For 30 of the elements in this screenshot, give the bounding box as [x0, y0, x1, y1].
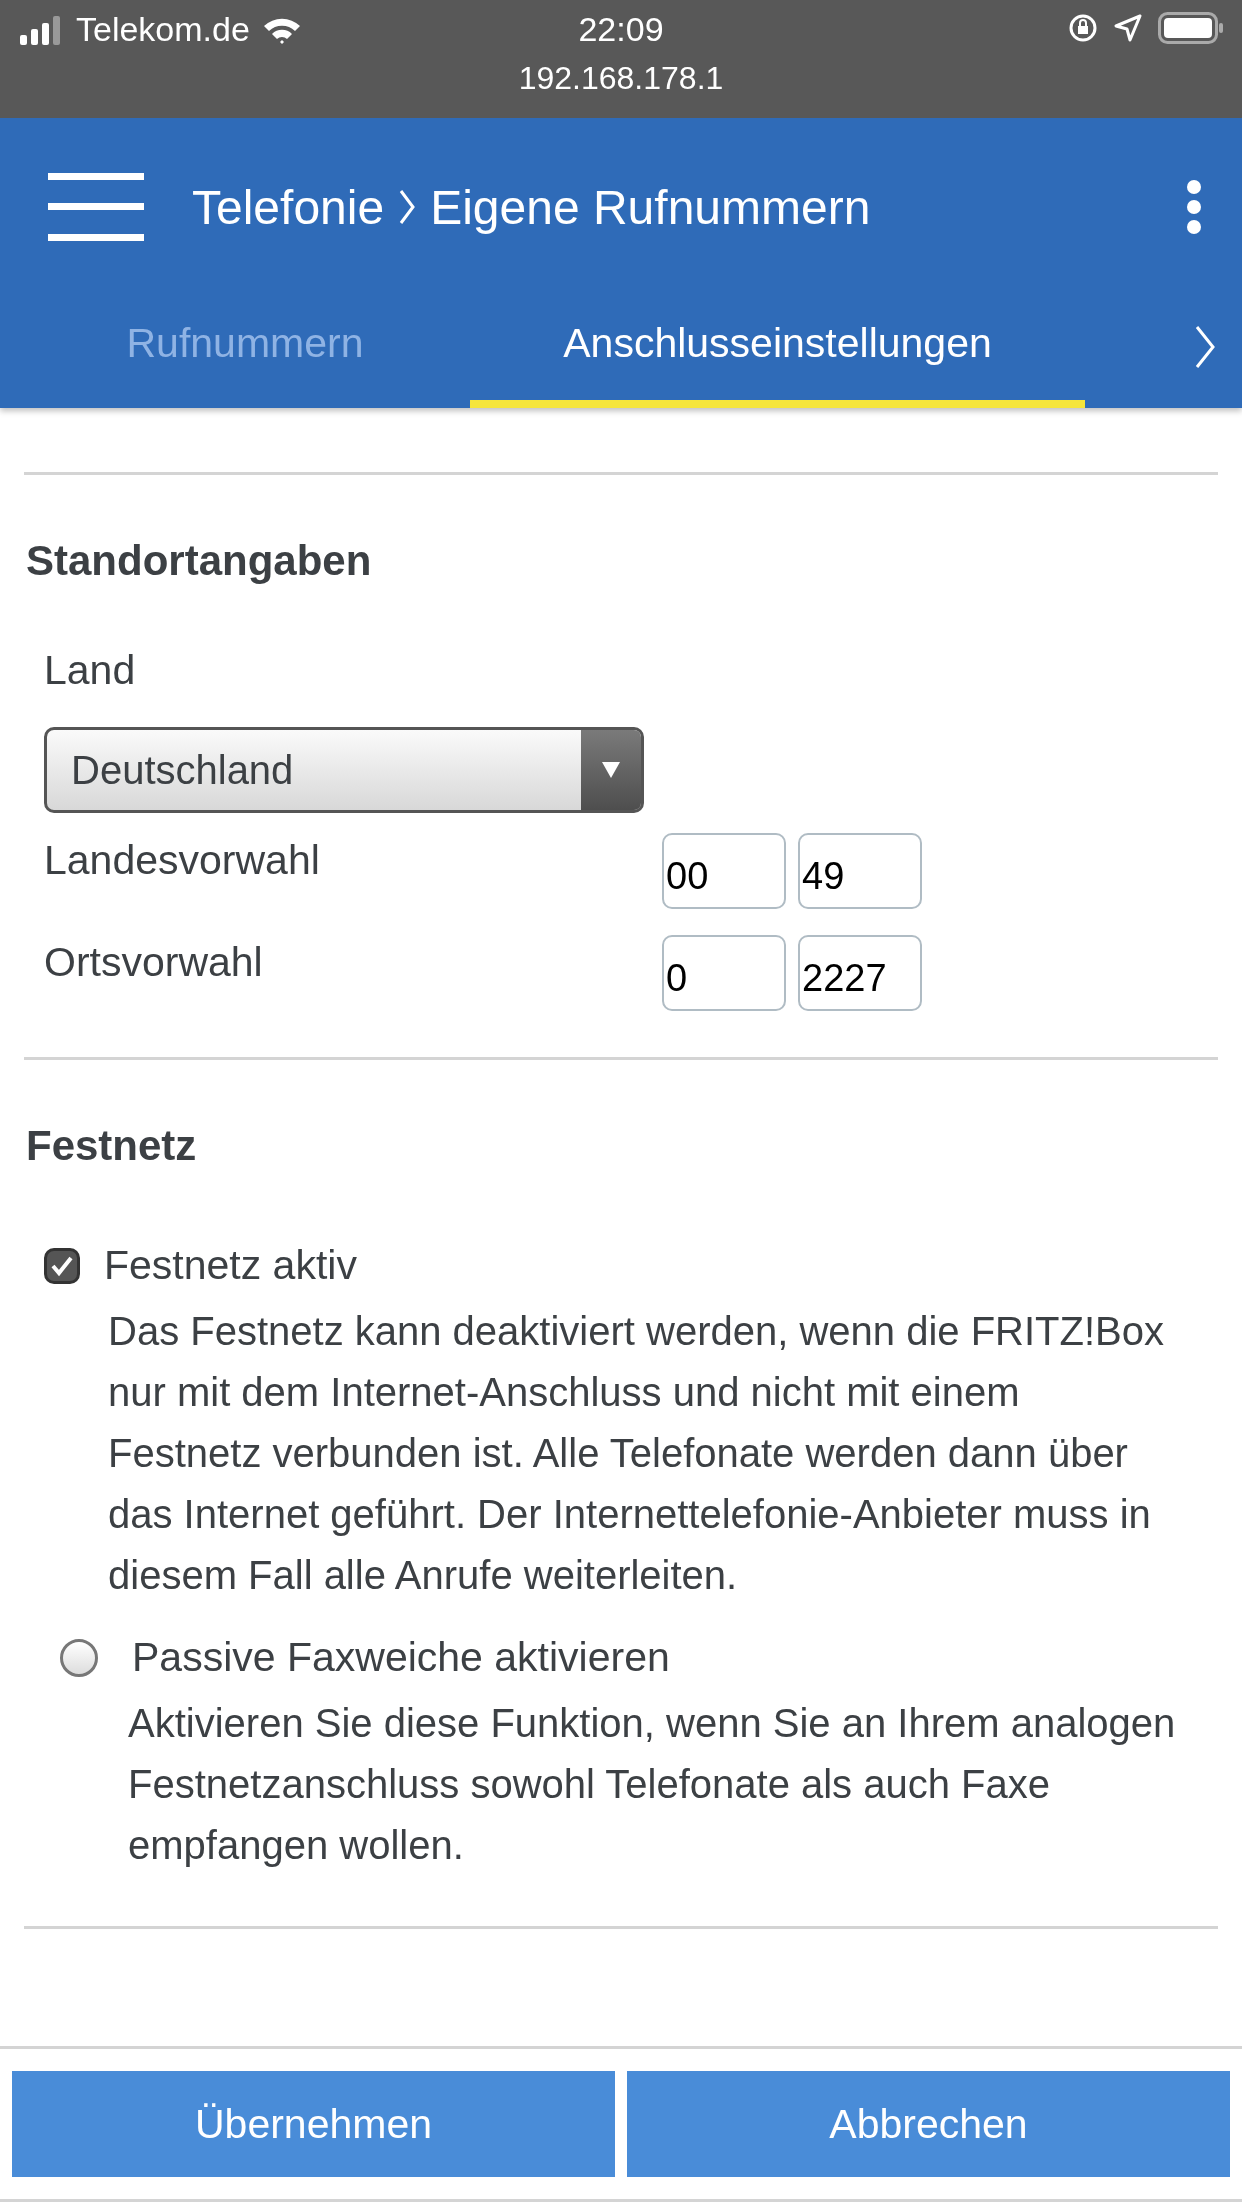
option-description: Das Festnetz kann deaktiviert werden, wenn die FRITZ!Box nur mit dem Internet-Anschluss und nicht mit einem Festnetz verbunden ist. Alle Telefonate werden dann über das Internet geführt. Der Internettelefonie-Anbieter muss in diesem Fall alle Anrufe weiterleiten. [108, 1308, 1165, 1599]
input-field[interactable]: 49 [798, 833, 922, 909]
location-arrow-icon [1114, 14, 1142, 42]
breadcrumb-item[interactable]: Telefonie [192, 179, 385, 235]
checkbox[interactable] [60, 1638, 98, 1677]
country-dropdown[interactable]: Deutschland [44, 727, 644, 813]
field-label: Ortsvorwahl [44, 938, 264, 986]
menu-button[interactable] [48, 171, 144, 243]
section-heading: Standortangaben [25, 536, 373, 586]
input-field[interactable]: 2227 [798, 935, 922, 1011]
page-url: 192.168.178.1 [518, 60, 724, 97]
carrier-name: Telekom.de [76, 10, 250, 49]
chevron-right-icon [1194, 325, 1216, 369]
more-options-button[interactable] [1186, 179, 1202, 235]
breadcrumb-item: Eigene Rufnummern [430, 179, 871, 235]
chevron-right-icon [398, 189, 417, 225]
option-description: Aktivieren Sie diese Funktion, wenn Sie an Ihrem analogen Festnetzanschluss sowohl Telefonate als auch Faxe empfangen wollen. [128, 1700, 1177, 1869]
battery-icon [1158, 12, 1224, 44]
field-label: Landesvorwahl [44, 836, 321, 884]
checkbox-label[interactable]: Passive Faxweiche aktivieren [132, 1634, 670, 1681]
input-field[interactable]: 0 [662, 935, 786, 1011]
tab[interactable]: Anschlusseinstellungen [470, 296, 1085, 408]
rotation-lock-icon [1068, 13, 1098, 43]
checkbox[interactable] [44, 1247, 80, 1284]
input-field[interactable]: 00 [662, 833, 786, 909]
clock-time: 22:09 [578, 10, 664, 49]
dropdown-arrow-icon [601, 761, 621, 779]
section-heading: Festnetz [25, 1121, 198, 1171]
checkbox-label[interactable]: Festnetz aktiv [104, 1242, 357, 1289]
field-label: Land [44, 647, 136, 695]
